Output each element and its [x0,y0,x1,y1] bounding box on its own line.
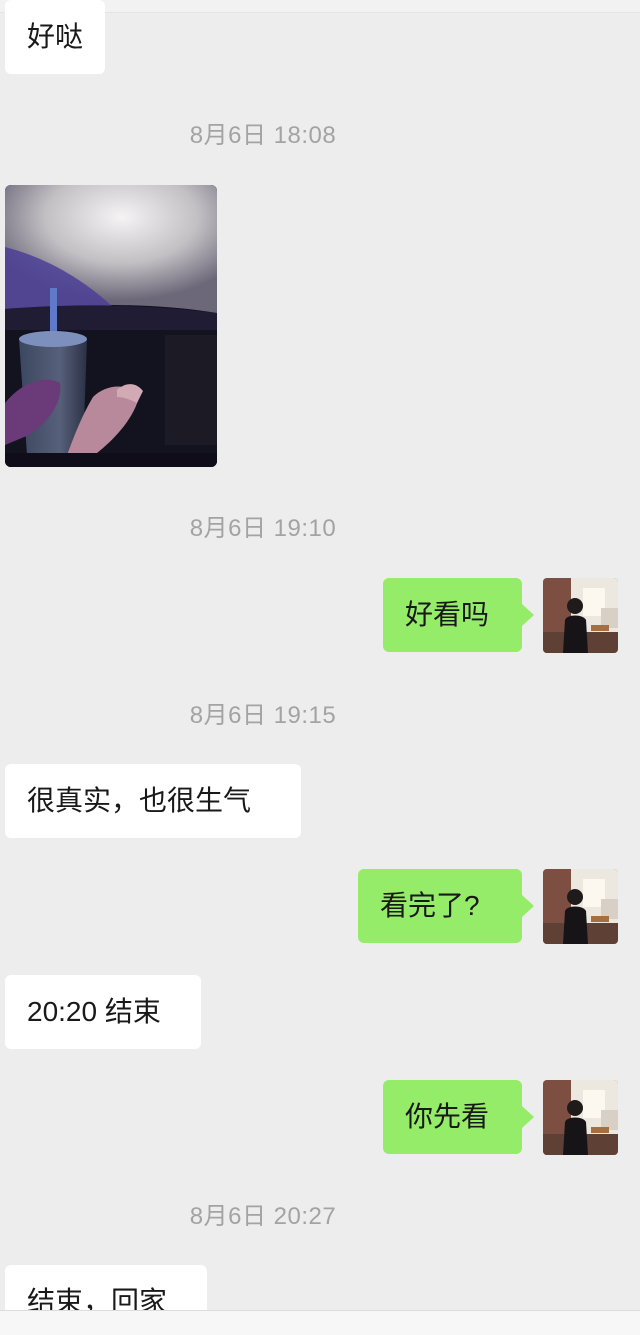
avatar[interactable] [543,578,618,653]
chat-window[interactable]: 好哒 8月6日 18:08 8月6日 19:10 好看吗 8月6日 19:15 … [0,0,640,1335]
message-timestamp: 8月6日 19:10 [189,515,337,542]
avatar[interactable] [543,1080,618,1155]
message-bubble-outgoing[interactable]: 看完了? [358,869,534,943]
image-message[interactable] [5,185,217,467]
message-bubble-incoming[interactable]: 20:20 结束 [5,975,201,1049]
avatar-image [543,869,618,944]
message-bubble-incoming[interactable]: 好哒 [5,0,106,74]
input-bar-edge [0,1310,640,1335]
message-timestamp: 8月6日 18:08 [189,122,337,149]
avatar-image [543,578,618,653]
message-timestamp: 8月6日 20:27 [189,1203,337,1230]
message-bubble-outgoing[interactable]: 你先看 [383,1080,534,1154]
message-timestamp: 8月6日 19:15 [189,702,337,729]
avatar[interactable] [543,869,618,944]
message-bubble-outgoing[interactable]: 好看吗 [383,578,534,652]
avatar-image [543,1080,618,1155]
message-bubble-incoming[interactable]: 很真实，也很生气 [5,764,301,838]
cinema-photo-image [5,185,217,467]
